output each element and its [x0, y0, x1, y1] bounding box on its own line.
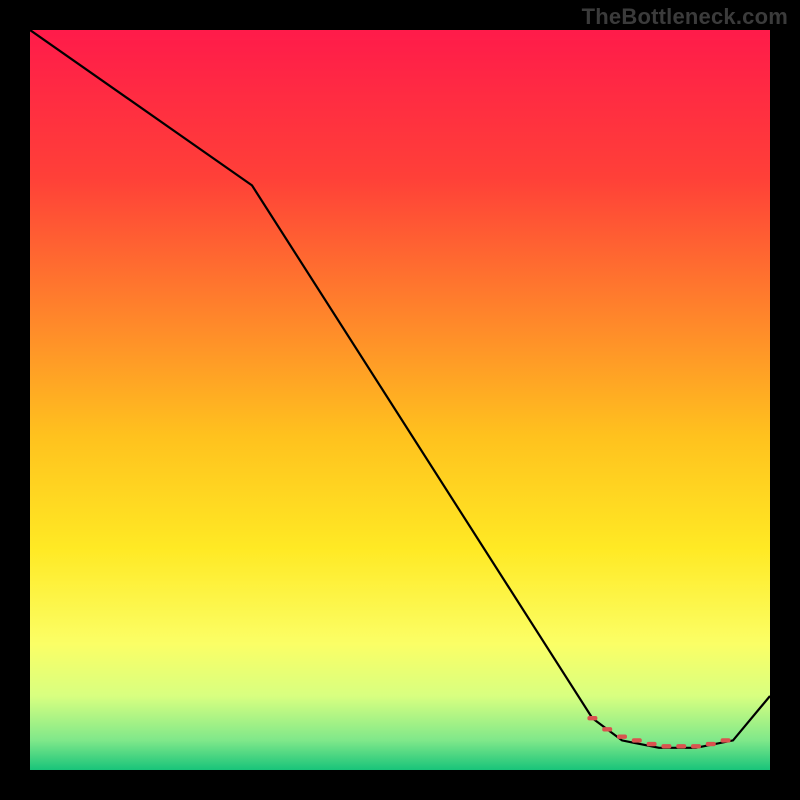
marker-dot: [617, 735, 627, 739]
marker-dot: [676, 744, 686, 748]
marker-dot: [721, 738, 731, 742]
gradient-background: [30, 30, 770, 770]
plot-area: [30, 30, 770, 770]
marker-dot: [691, 744, 701, 748]
chart-container: TheBottleneck.com: [0, 0, 800, 800]
marker-dot: [706, 742, 716, 746]
marker-dot: [632, 738, 642, 742]
marker-dot: [587, 716, 597, 720]
marker-dot: [602, 727, 612, 731]
chart-svg: [30, 30, 770, 770]
marker-dot: [661, 744, 671, 748]
marker-dot: [647, 742, 657, 746]
watermark-text: TheBottleneck.com: [582, 4, 788, 30]
